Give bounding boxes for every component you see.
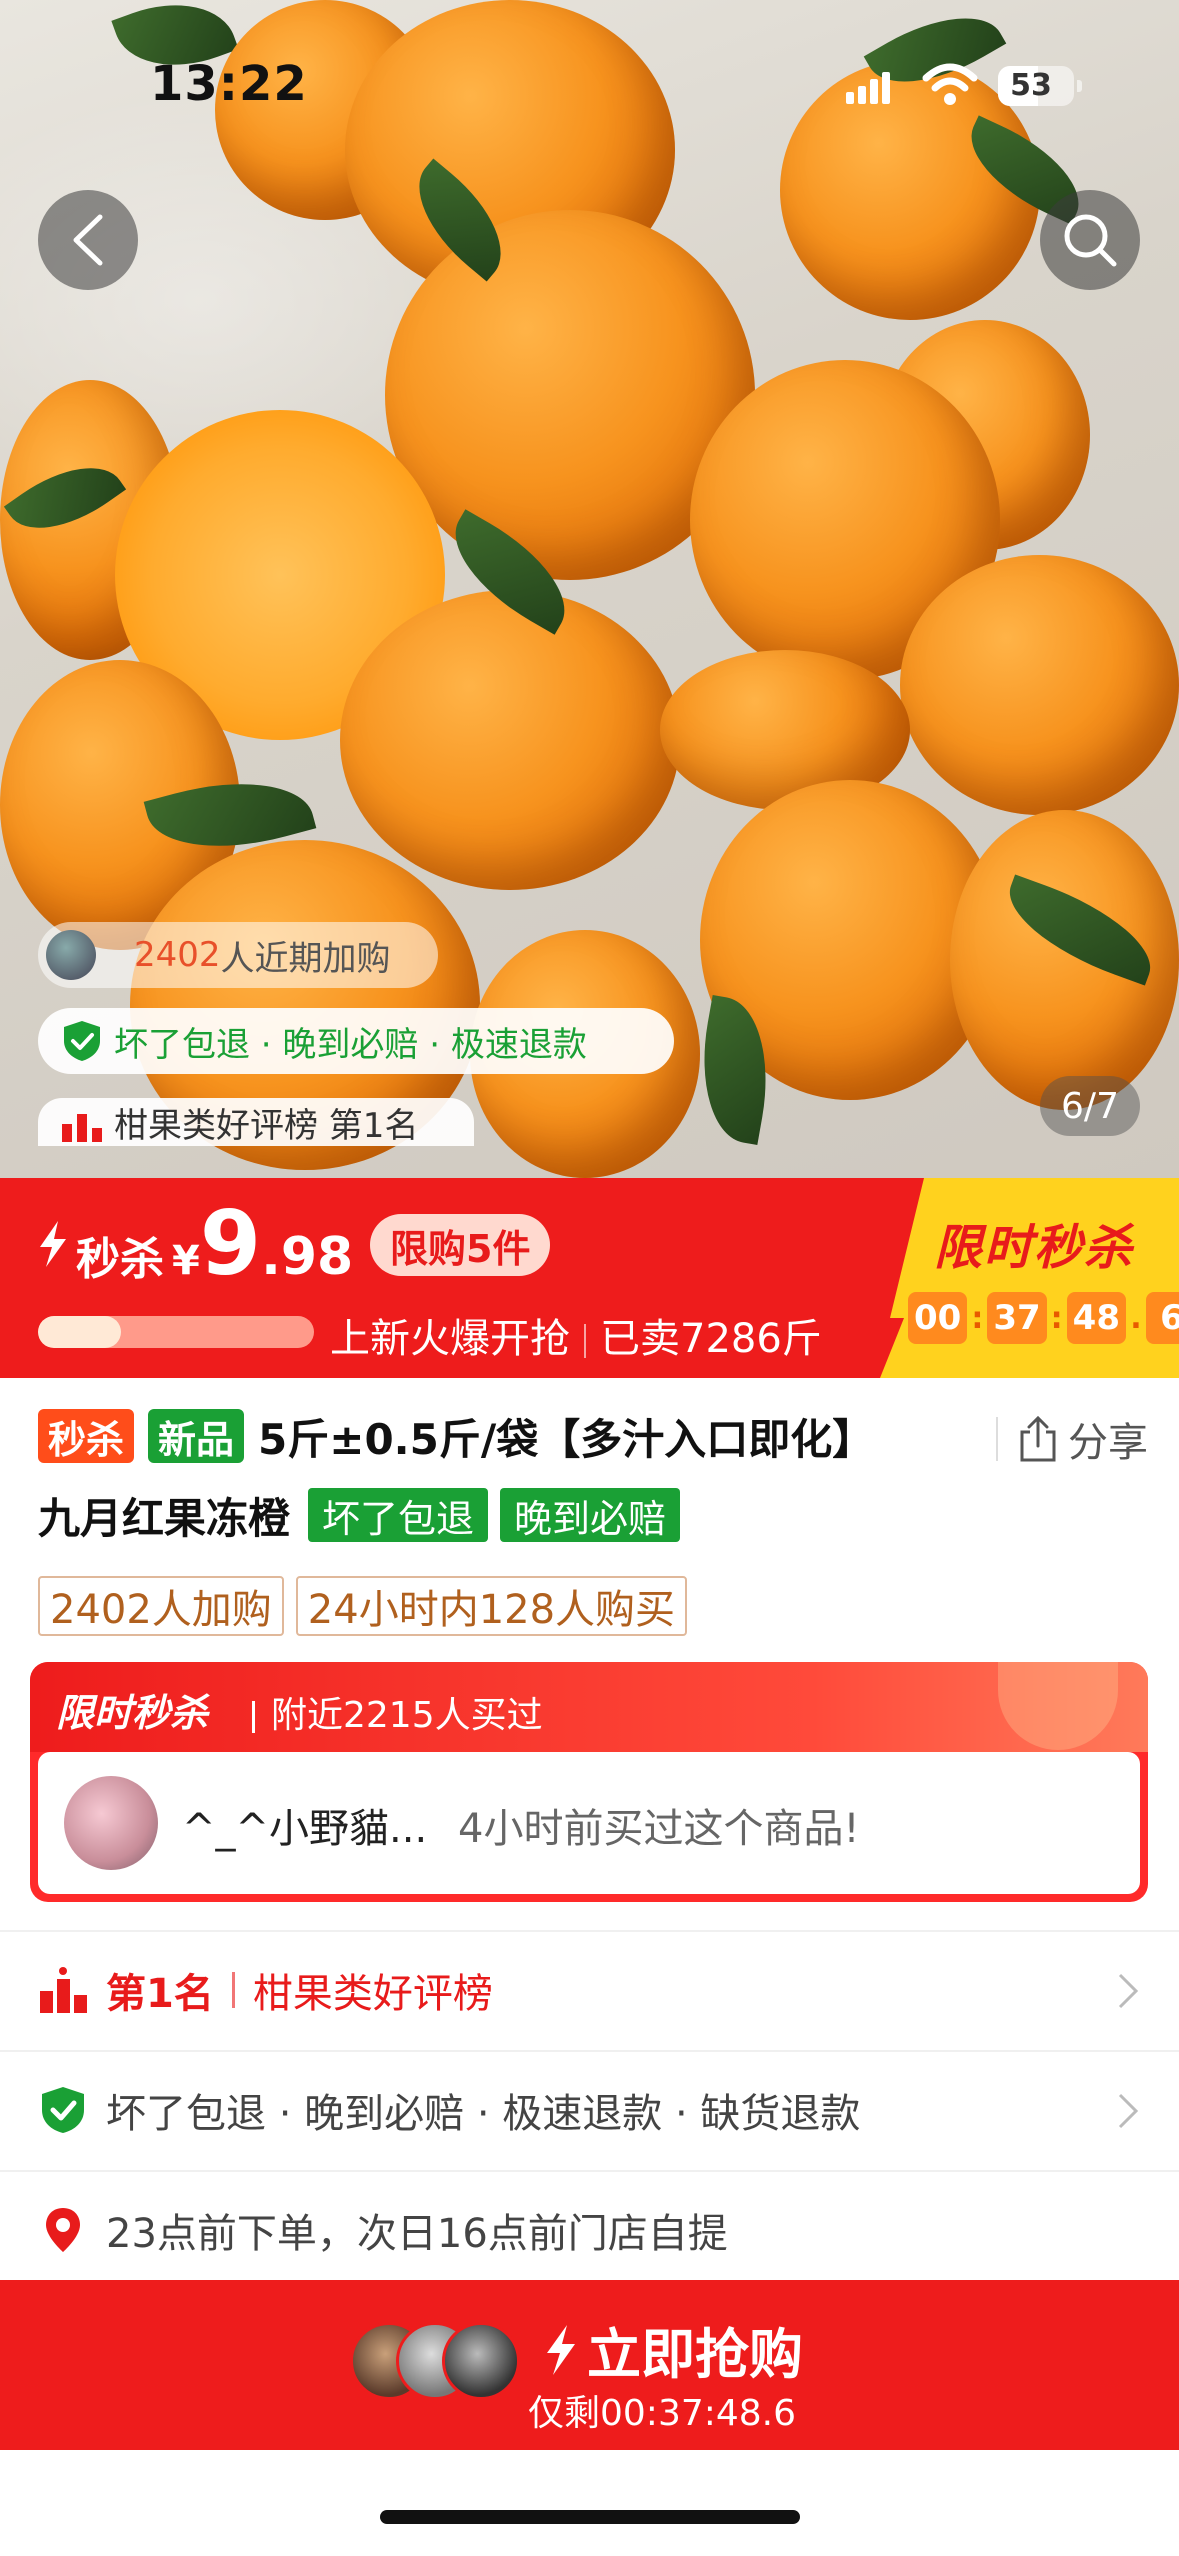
- product-title-line2: 九月红果冻橙: [38, 1493, 291, 1543]
- buyers-text: 人近期加购: [220, 938, 391, 979]
- battery-icon: 53: [998, 66, 1082, 106]
- tag-return-if-bad: 坏了包退: [308, 1488, 489, 1542]
- rank-list-name: 柑果类好评榜: [252, 1971, 493, 2017]
- hot-text: 上新火爆开抢: [330, 1316, 570, 1362]
- tag-late-compensation: 晚到必赔: [500, 1488, 681, 1542]
- chevron-left-icon: [73, 214, 103, 266]
- purchase-message: 4小时前买过这个商品!: [458, 1806, 860, 1852]
- buyers-count: 2402: [134, 935, 221, 975]
- stats-row: 2402人加购 24小时内128人购买: [38, 1576, 699, 1636]
- progress-fill: [38, 1316, 121, 1348]
- user-name: ^_^小野貓...: [182, 1806, 428, 1852]
- orange: [340, 590, 680, 890]
- flash-sale-title: 限时秒杀: [934, 1220, 1135, 1276]
- countdown-tenths: 6: [1145, 1292, 1179, 1344]
- lightning-icon: [40, 1221, 66, 1267]
- orange: [900, 555, 1179, 815]
- wifi-icon: [922, 63, 978, 105]
- shield-check-icon: [64, 1021, 100, 1061]
- rank-position: 第1名: [106, 1971, 214, 2017]
- user-avatar: [64, 1776, 158, 1870]
- remaining-time: 仅剩00:37:48.6: [528, 2393, 797, 2434]
- share-label: 分享: [1068, 1420, 1148, 1466]
- flash-sale-card: 限时秒杀 附近2215人买过 ^_^小野貓... 4小时前买过这个商品!: [30, 1662, 1148, 1902]
- ranking-bars-icon: [62, 1114, 102, 1142]
- guarantee-list: 坏了包退 · 晚到必赔 · 极速退款 · 缺货退款: [106, 2091, 861, 2137]
- rank-pill[interactable]: 柑果类好评榜 第1名: [38, 1098, 474, 1146]
- share-button[interactable]: 分享: [996, 1410, 1148, 1468]
- recent-buyers-pill: 2402 人近期加购: [38, 922, 438, 988]
- price-decimal: .98: [261, 1227, 354, 1287]
- guarantee-text: 坏了包退 · 晚到必赔 · 极速退款: [114, 1024, 587, 1065]
- price-bar: 秒杀 ¥ 9 .98 限购5件 上新火爆开抢 已卖7286斤 限时秒杀 00 : …: [0, 1178, 1179, 1378]
- stat-24h-purchases: 24小时内128人购买: [295, 1576, 688, 1636]
- seckill-label: 秒杀: [76, 1234, 164, 1285]
- status-bar: 13:22 53: [0, 0, 1179, 170]
- purchase-limit-badge: 限购5件: [370, 1214, 551, 1276]
- guarantee-pill: 坏了包退 · 晚到必赔 · 极速退款: [38, 1008, 674, 1074]
- product-image-carousel[interactable]: 13:22 53 2402 人近期加购 坏了包退 · 晚到必赔 · 极速退款 柑果…: [0, 0, 1179, 1178]
- share-icon: [1020, 1416, 1056, 1462]
- flash-card-title: 限时秒杀: [56, 1691, 209, 1735]
- price-integer: 9: [199, 1192, 262, 1295]
- status-time: 13:22: [150, 56, 308, 112]
- countdown-hours: 00: [908, 1292, 968, 1344]
- new-badge: 新品: [148, 1409, 245, 1463]
- chevron-right-icon: [1118, 1973, 1139, 2009]
- seckill-badge: 秒杀: [38, 1409, 135, 1463]
- ranking-bars-icon: [40, 1967, 87, 2013]
- sales-status: 上新火爆开抢 已卖7286斤: [330, 1306, 822, 1364]
- rank-pill-text: 柑果类好评榜 第1名: [114, 1105, 419, 1146]
- pickup-text: 23点前下单，次日16点前门店自提: [106, 2211, 728, 2257]
- recent-purchase-notice: ^_^小野貓... 4小时前买过这个商品!: [38, 1752, 1140, 1894]
- sales-progress-bar: [38, 1316, 314, 1348]
- currency-symbol: ¥: [172, 1238, 200, 1284]
- search-button[interactable]: [1040, 190, 1140, 290]
- buy-now-button[interactable]: 立即抢购 仅剩00:37:48.6: [0, 2280, 1179, 2450]
- ranking-row[interactable]: 第1名 柑果类好评榜: [0, 1930, 1179, 2048]
- location-pin-icon: [46, 2208, 80, 2252]
- home-indicator: [380, 2510, 800, 2524]
- image-pager: 6/7: [1040, 1076, 1140, 1136]
- countdown-minutes: 37: [987, 1292, 1047, 1344]
- guarantee-row[interactable]: 坏了包退 · 晚到必赔 · 极速退款 · 缺货退款: [0, 2050, 1179, 2168]
- battery-level: 53: [1010, 68, 1052, 103]
- buy-now-label: 立即抢购: [587, 2323, 803, 2386]
- lightning-icon: [547, 2324, 575, 2375]
- stat-add-to-cart: 2402人加购: [38, 1576, 284, 1636]
- search-icon: [1064, 214, 1117, 267]
- buyer-avatars: [350, 2322, 520, 2402]
- cellular-signal-icon: [846, 72, 892, 104]
- sold-amount: 已卖7286斤: [600, 1316, 822, 1362]
- product-title-line1: 5斤±0.5斤/袋【多汁入口即化】: [258, 1414, 875, 1464]
- countdown-seconds: 48: [1066, 1292, 1126, 1344]
- buy-now-label-wrap: 立即抢购: [545, 2310, 803, 2389]
- pickup-row[interactable]: 23点前下单，次日16点前门店自提: [0, 2170, 1179, 2288]
- nearby-buyers: 附近2215人买过: [252, 1686, 543, 1738]
- buyer-avatar: [442, 2322, 520, 2400]
- chevron-right-icon: [1118, 2093, 1139, 2129]
- shield-check-icon: [42, 2087, 84, 2133]
- back-button[interactable]: [38, 190, 138, 290]
- buyer-avatar: [46, 930, 96, 980]
- price-display: 秒杀 ¥ 9 .98: [38, 1200, 353, 1288]
- countdown-timer: 00 : 37 : 48 . 6: [908, 1292, 1179, 1344]
- product-title-block: 秒杀 新品 5斤±0.5斤/袋【多汁入口即化】 分享 九月红果冻橙 坏了包退 晚…: [38, 1406, 1148, 1544]
